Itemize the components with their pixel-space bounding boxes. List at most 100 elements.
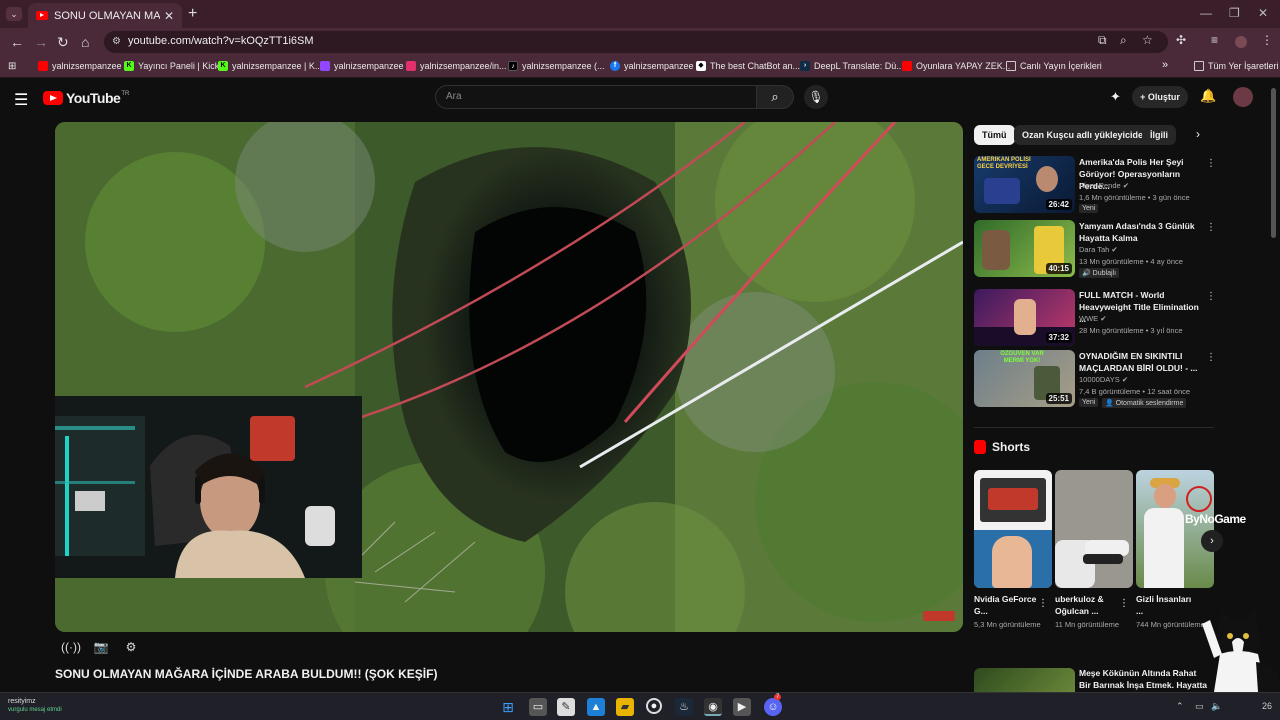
task-view-icon[interactable]: ▭ [529, 698, 547, 716]
search-button[interactable]: ⌕ [756, 85, 794, 109]
short-thumbnail[interactable] [974, 470, 1052, 588]
minimize-icon[interactable]: — [1200, 6, 1212, 20]
network-icon[interactable]: ▭ [1195, 701, 1204, 712]
more-bookmarks-icon[interactable]: » [1162, 59, 1168, 71]
obs-icon[interactable]: ● [646, 698, 662, 714]
instagram-icon [406, 61, 416, 71]
url-field[interactable]: ⚙ youtube.com/watch?v=kOQzTT1i6SM [104, 31, 1168, 53]
browser-tab-active[interactable]: SONU OLMAYAN MAĞARA İÇİN ✕ [28, 3, 182, 28]
channel-name[interactable]: Alper Rende ✔ [1079, 181, 1129, 190]
home-icon[interactable]: ⌂ [81, 34, 89, 50]
bookmark-instagram[interactable]: yalnizsempanzee/in... [406, 61, 507, 71]
tray-chevron-icon[interactable]: ⌃ [1176, 701, 1184, 712]
recommendation-thumbnail[interactable]: 40:15 [974, 220, 1075, 277]
youtube-logo[interactable]: YouTube TR [43, 90, 129, 106]
recommendation-item[interactable]: ÖZGÜVEN VAR MERMİ YOK! 25:51 OYNADIĞIM E… [974, 350, 1216, 410]
bookmark-folder-live[interactable]: Canlı Yayın İçerikleri [1006, 61, 1102, 71]
zoom-icon[interactable]: ⌕ [1120, 33, 1127, 48]
bookmark-ai-games[interactable]: Oyunlara YAPAY ZEK... [902, 61, 1010, 71]
url-text: youtube.com/watch?v=kOQzTT1i6SM [128, 35, 314, 47]
more-actions-icon[interactable]: ⋮ [1206, 158, 1216, 169]
recommendation-thumbnail[interactable]: ÖZGÜVEN VAR MERMİ YOK! 25:51 [974, 350, 1075, 407]
bookmark-facebook[interactable]: f yalnizsempanzee [610, 61, 694, 71]
microphone-icon: 🎙 [808, 90, 824, 104]
volume-icon[interactable]: 🔈 [1211, 701, 1222, 712]
discord-icon[interactable]: ☺ [764, 698, 782, 716]
new-tab-icon[interactable]: + [188, 5, 197, 23]
more-actions-icon[interactable]: ⋮ [1206, 222, 1216, 233]
bookmark-star-icon[interactable]: ☆ [1142, 33, 1153, 47]
video-player[interactable] [55, 122, 963, 632]
more-actions-icon[interactable]: ⋮ [1206, 352, 1216, 363]
recommendation-thumbnail[interactable]: AMERIKAN POLİSİ GECE DEVRİYESİ 26:42 [974, 156, 1075, 213]
channel-name[interactable]: 10000DAYS ✔ [1079, 375, 1128, 384]
notification-toast[interactable]: resityimz vurgulu mesaj etmdi [8, 697, 62, 715]
bookmark-tiktok[interactable]: ♪ yalnizsempanzee (... [508, 61, 605, 71]
short-thumbnail[interactable] [1055, 470, 1133, 588]
more-actions-icon[interactable]: ⋮ [1206, 291, 1216, 302]
restore-icon[interactable]: ❐ [1229, 6, 1240, 20]
tab-close-icon[interactable]: ✕ [164, 9, 174, 23]
tab-search-icon[interactable]: ⌄ [6, 7, 22, 21]
file-explorer-icon[interactable]: ▰ [616, 698, 634, 716]
chip-related[interactable]: İlgili [1142, 125, 1176, 145]
more-actions-icon[interactable]: ⋮ [1038, 598, 1048, 609]
media-player-icon[interactable]: ▶ [733, 698, 751, 716]
more-actions-icon[interactable]: ⋮ [1119, 598, 1129, 609]
bookmark-twitch[interactable]: yalnizsempanzee [320, 61, 404, 71]
account-avatar[interactable] [1233, 87, 1253, 107]
notepad-icon[interactable]: ✎ [557, 698, 575, 716]
create-button[interactable]: + Oluştur [1132, 86, 1188, 108]
windows-start-icon[interactable]: ⊞ [499, 698, 517, 716]
settings-gear-icon[interactable]: ⚙ [120, 640, 142, 656]
chip-from-uploader[interactable]: Ozan Kuşcu adlı yükleyiciden [1014, 125, 1157, 145]
bookmark-chatbot[interactable]: ◆ The best ChatBot an... [696, 61, 800, 71]
bookmark-kick[interactable]: Kyalnizsempanzee | K... [218, 61, 322, 71]
apps-grid-icon[interactable]: ⊞ [8, 61, 16, 72]
cat-sticker-overlay [1202, 608, 1280, 692]
recommendation-item[interactable]: 40:15 Yamyam Adası'nda 3 Günlük Hayatta … [974, 220, 1216, 280]
recommendation-thumbnail[interactable]: 37:32 [974, 289, 1075, 346]
chrome-icon[interactable]: ◉ [704, 698, 722, 716]
screenshot-camera-icon[interactable]: 📷 [90, 640, 112, 656]
guide-menu-icon[interactable]: ☰ [14, 90, 28, 110]
short-title[interactable]: Nvidia GeForce G... [974, 593, 1038, 617]
forward-icon[interactable]: → [34, 34, 48, 50]
voice-search-button[interactable]: 🎙 [804, 85, 828, 109]
channel-name[interactable]: Dara Tah ✔ [1079, 245, 1118, 254]
close-window-icon[interactable]: ✕ [1258, 6, 1268, 20]
browser-menu-icon[interactable]: ⋮ [1261, 33, 1273, 47]
bookmark-deepl[interactable]: › DeepL Translate: Dü... [800, 61, 904, 71]
recommendation-title[interactable]: OYNADIĞIM EN SIKINTILI MAÇLARDAN BİRİ OL… [1079, 350, 1203, 374]
steam-icon[interactable]: ♨ [675, 698, 693, 716]
search-input[interactable]: Ara [435, 85, 757, 109]
recommendation-item[interactable]: 37:32 FULL MATCH - World Heavyweight Tit… [974, 289, 1216, 349]
back-icon[interactable]: ← [10, 34, 24, 50]
short-thumbnail[interactable] [1136, 470, 1214, 588]
media-control-icon[interactable]: ≡ [1211, 33, 1218, 47]
notifications-bell-icon[interactable]: 🔔 [1200, 88, 1216, 104]
photos-icon[interactable]: ▲ [587, 698, 605, 716]
taskbar-clock[interactable]: 26 [1262, 701, 1272, 711]
recommendation-title[interactable]: Yamyam Adası'nda 3 Günlük Hayatta Kalma [1079, 220, 1203, 244]
short-views: 5,3 Mn görüntüleme [974, 620, 1041, 629]
chip-all[interactable]: Tümü [974, 125, 1015, 145]
site-info-icon[interactable]: ⚙ [112, 36, 121, 47]
chips-next-chevron-icon[interactable]: › [1196, 127, 1200, 141]
reload-icon[interactable]: ↻ [57, 34, 69, 51]
cast-icon[interactable]: ⧉ [1098, 33, 1107, 48]
extensions-icon[interactable]: ✣ [1176, 33, 1186, 47]
channel-name[interactable]: WWE ✔ [1079, 314, 1107, 323]
bookmark-kick-dashboard[interactable]: K Yayıncı Paneli | Kick [124, 61, 219, 71]
recommendation-item[interactable]: AMERIKAN POLİSİ GECE DEVRİYESİ 26:42 Ame… [974, 156, 1216, 216]
short-title[interactable]: uberkuloz & Oğulcan ... [1055, 593, 1119, 617]
page-scrollbar[interactable] [1271, 88, 1276, 238]
short-title[interactable]: Gizli İnsanları ... [1136, 593, 1200, 617]
chatbot-icon: ◆ [696, 61, 706, 71]
all-bookmarks-folder[interactable]: Tüm Yer İşaretleri [1194, 61, 1279, 71]
audio-waves-icon[interactable]: ((·)) [60, 640, 82, 656]
bookmark-youtube[interactable]: yalnizsempanzee [38, 61, 122, 71]
extension-icon[interactable]: ✦ [1110, 89, 1121, 105]
shorts-next-chevron-icon[interactable]: › [1201, 530, 1223, 552]
profile-avatar-icon[interactable] [1235, 36, 1247, 48]
